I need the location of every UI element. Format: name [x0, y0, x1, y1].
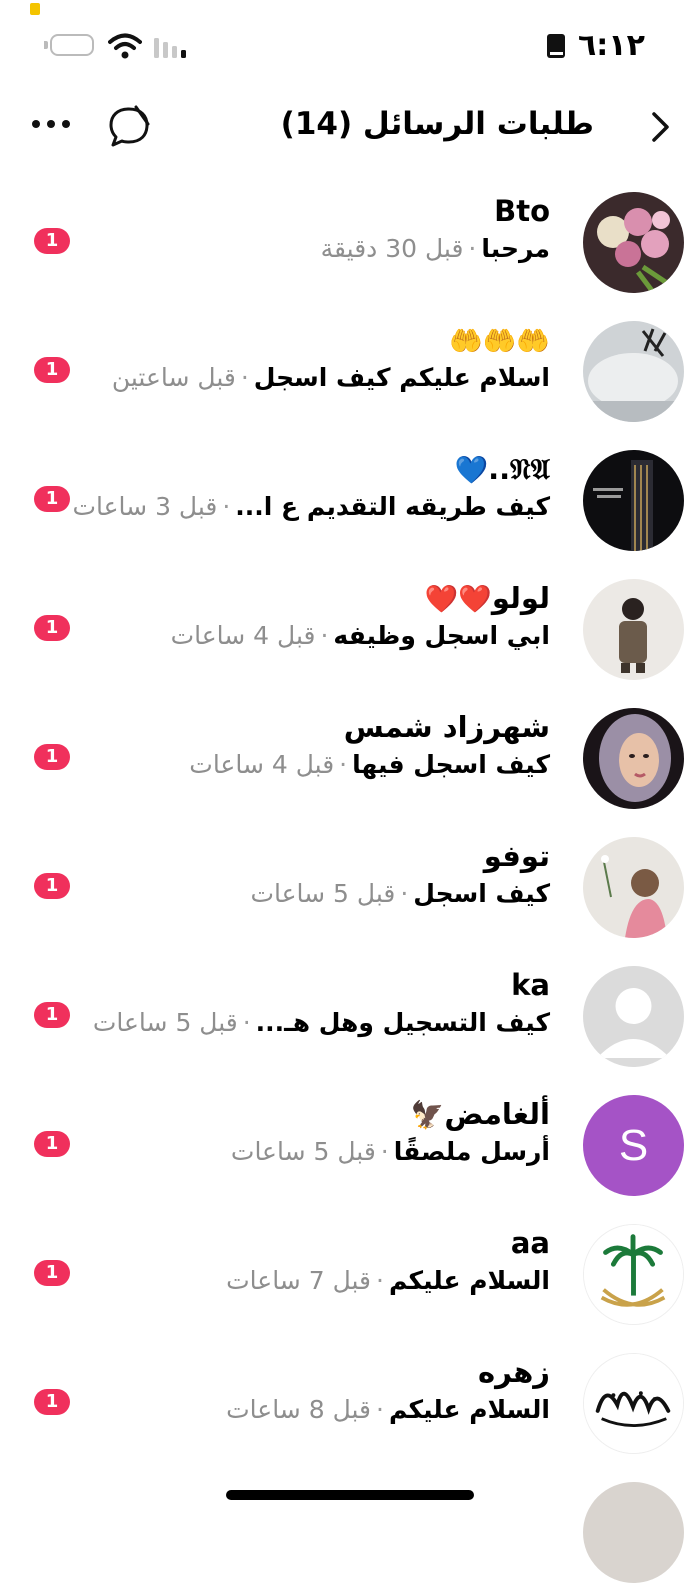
message-time: قبل 30 دقيقة — [320, 234, 464, 263]
status-time: ٦:١٢ — [578, 28, 645, 63]
message-text: كيف اسجل — [413, 879, 550, 908]
message-time: قبل ساعتين — [111, 363, 236, 392]
back-chevron-icon[interactable] — [646, 110, 674, 144]
message-text: السلام عليكم — [388, 1395, 550, 1424]
sender-name: Bto — [494, 194, 550, 228]
message-request-row[interactable]: شهرزاد شمس كيف اسجل فيها·قبل 4 ساعات 1 — [0, 686, 700, 815]
name-emoji: ❤️❤️ — [424, 584, 492, 615]
hidden-requests-icon[interactable] — [106, 104, 152, 148]
default-avatar — [583, 966, 684, 1067]
status-bar: ٦:١٢ — [0, 0, 700, 92]
unread-badge: 1 — [34, 1260, 70, 1286]
message-text: كيف طريقه التقديم ع ا... — [235, 492, 550, 521]
message-text: كيف اسجل فيها — [352, 750, 550, 779]
name-emoji: 💙 — [454, 455, 489, 486]
sender-name: شهرزاد شمس — [343, 710, 550, 744]
message-time: قبل 4 ساعات — [189, 750, 335, 779]
message-text: اسلام عليكم كيف اسجل — [253, 363, 550, 392]
more-options-icon[interactable] — [30, 116, 72, 132]
avatar — [583, 1224, 684, 1325]
book-icon — [547, 34, 565, 58]
unread-badge: 1 — [34, 486, 70, 512]
avatar — [583, 708, 684, 809]
avatar — [583, 579, 684, 680]
message-preview: أرسل ملصقًا·قبل 5 ساعات — [230, 1137, 550, 1166]
sender-name: زهره — [478, 1355, 550, 1389]
message-preview: كيف اسجل·قبل 5 ساعات — [250, 879, 550, 908]
message-time: قبل 5 ساعات — [92, 1008, 238, 1037]
unread-badge: 1 — [34, 357, 70, 383]
battery-cap — [44, 41, 48, 49]
message-text: كيف التسجيل وهل هـ... — [255, 1008, 550, 1037]
avatar — [583, 1353, 684, 1454]
sender-name: ألغامض🦅 — [410, 1097, 550, 1131]
message-request-row[interactable]: لولو❤️❤️ ابي اسجل وظيفه·قبل 4 ساعات 1 — [0, 557, 700, 686]
name-emoji: 🤲🤲🤲 — [449, 326, 550, 357]
message-preview: كيف اسجل فيها·قبل 4 ساعات — [189, 750, 550, 779]
sender-name: توفو — [483, 839, 550, 873]
message-preview: السلام عليكم·قبل 7 ساعات — [226, 1266, 550, 1295]
message-request-row[interactable]: 𝔑𝔄..💙 كيف طريقه التقديم ع ا...·قبل 3 ساع… — [0, 428, 700, 557]
message-request-row[interactable]: Bto مرحبا·قبل 30 دقيقة 1 — [0, 170, 700, 299]
message-request-row[interactable]: زهره السلام عليكم·قبل 8 ساعات 1 — [0, 1331, 700, 1460]
sender-name: لولو❤️❤️ — [424, 581, 550, 615]
unread-badge: 1 — [34, 744, 70, 770]
message-request-row[interactable]: ka كيف التسجيل وهل هـ...·قبل 5 ساعات 1 — [0, 944, 700, 1073]
avatar — [583, 450, 684, 551]
message-preview: مرحبا·قبل 30 دقيقة — [320, 234, 550, 263]
letter-avatar: S — [583, 1095, 684, 1196]
page-title: طلبات الرسائل (14) — [280, 106, 594, 142]
message-preview: اسلام عليكم كيف اسجل·قبل ساعتين — [111, 363, 550, 392]
unread-badge: 1 — [34, 873, 70, 899]
message-request-row[interactable]: S ألغامض🦅 أرسل ملصقًا·قبل 5 ساعات 1 — [0, 1073, 700, 1202]
message-preview: كيف طريقه التقديم ع ا...·قبل 3 ساعات — [72, 492, 550, 521]
message-time: قبل 3 ساعات — [72, 492, 218, 521]
unread-badge: 1 — [34, 1002, 70, 1028]
message-preview: كيف التسجيل وهل هـ...·قبل 5 ساعات — [92, 1008, 550, 1037]
message-request-row[interactable]: 🤲🤲🤲 اسلام عليكم كيف اسجل·قبل ساعتين 1 — [0, 299, 700, 428]
message-time: قبل 8 ساعات — [226, 1395, 371, 1424]
unread-badge: 1 — [34, 1389, 70, 1415]
message-time: قبل 5 ساعات — [250, 879, 396, 908]
sender-name: 𝔑𝔄..💙 — [454, 452, 550, 486]
unread-badge: 1 — [34, 228, 70, 254]
message-text: أرسل ملصقًا — [393, 1137, 550, 1166]
message-request-row[interactable]: توفو كيف اسجل·قبل 5 ساعات 1 — [0, 815, 700, 944]
message-preview: السلام عليكم·قبل 8 ساعات — [226, 1395, 550, 1424]
message-text: السلام عليكم — [388, 1266, 550, 1295]
message-time: قبل 4 ساعات — [170, 621, 316, 650]
avatar — [583, 837, 684, 938]
sender-name: 🤲🤲🤲 — [449, 323, 550, 357]
battery-level — [30, 3, 40, 15]
header: طلبات الرسائل (14) — [0, 92, 700, 164]
avatar — [583, 192, 684, 293]
name-emoji: 🦅 — [410, 1100, 445, 1131]
sender-name: aa — [510, 1226, 550, 1260]
message-request-row[interactable]: aa السلام عليكم·قبل 7 ساعات 1 — [0, 1202, 700, 1331]
message-text: مرحبا — [481, 234, 550, 263]
message-time: قبل 5 ساعات — [230, 1137, 376, 1166]
partial-avatar — [583, 1482, 684, 1583]
message-time: قبل 7 ساعات — [226, 1266, 371, 1295]
battery-icon — [50, 34, 94, 56]
unread-badge: 1 — [34, 615, 70, 641]
unread-badge: 1 — [34, 1131, 70, 1157]
sender-name: ka — [511, 968, 550, 1002]
message-preview: ابي اسجل وظيفه·قبل 4 ساعات — [170, 621, 550, 650]
wifi-icon — [108, 33, 142, 59]
avatar — [583, 321, 684, 422]
message-text: ابي اسجل وظيفه — [333, 621, 550, 650]
home-indicator[interactable] — [226, 1490, 474, 1500]
cellular-signal-icon — [154, 38, 186, 58]
